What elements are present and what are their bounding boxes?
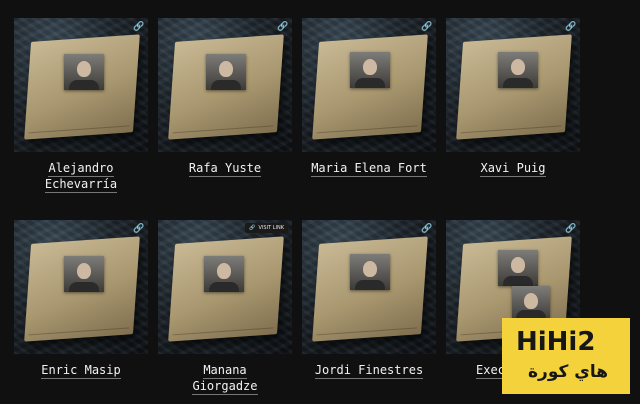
site-watermark-logo: HiHi2 هاي كورة bbox=[502, 318, 630, 394]
link-icon[interactable]: 🔗 bbox=[277, 22, 288, 32]
portrait-photo bbox=[206, 54, 246, 90]
portrait-photo bbox=[64, 256, 104, 292]
portrait-photo bbox=[350, 254, 390, 290]
link-icon[interactable]: 🔗 bbox=[133, 22, 144, 32]
card-thumbnail[interactable]: 🔗 bbox=[302, 220, 436, 354]
profile-card[interactable]: 🔗 Rafa Yuste bbox=[158, 18, 292, 177]
profile-card[interactable]: 🔗 Jordi Finestres bbox=[302, 220, 436, 379]
card-name[interactable]: Manana Giorgadze bbox=[158, 362, 292, 395]
link-icon[interactable]: 🔗 bbox=[565, 22, 576, 32]
portrait-photo bbox=[498, 250, 538, 286]
card-thumbnail[interactable]: 🔗 bbox=[14, 220, 148, 354]
card-thumbnail[interactable]: 🔗 bbox=[14, 18, 148, 152]
card-thumbnail[interactable]: 🔗 bbox=[302, 18, 436, 152]
link-icon[interactable]: 🔗 bbox=[421, 224, 432, 234]
portrait-photo bbox=[498, 52, 538, 88]
link-icon[interactable]: 🔗 bbox=[565, 224, 576, 234]
profile-card[interactable]: 🔗 Xavi Puig bbox=[446, 18, 580, 177]
card-name[interactable]: Alejandro Echevarría bbox=[14, 160, 148, 193]
card-name[interactable]: Rafa Yuste bbox=[158, 160, 292, 177]
link-icon[interactable]: 🔗 bbox=[133, 224, 144, 234]
card-thumbnail[interactable]: 🔗 VISIT LINK bbox=[158, 220, 292, 354]
visit-link-label: VISIT LINK bbox=[258, 225, 284, 231]
link-icon: 🔗 bbox=[249, 225, 256, 231]
portrait-photo bbox=[204, 256, 244, 292]
portrait-photo bbox=[512, 286, 550, 320]
card-thumbnail[interactable]: 🔗 bbox=[158, 18, 292, 152]
profile-card[interactable]: 🔗 Enric Masip bbox=[14, 220, 148, 379]
card-thumbnail[interactable]: 🔗 bbox=[446, 18, 580, 152]
portrait-photo bbox=[350, 52, 390, 88]
link-icon[interactable]: 🔗 bbox=[421, 22, 432, 32]
card-name[interactable]: Jordi Finestres bbox=[302, 362, 436, 379]
profile-card[interactable]: 🔗 Maria Elena Fort bbox=[302, 18, 436, 177]
card-name[interactable]: Xavi Puig bbox=[446, 160, 580, 177]
card-name[interactable]: Maria Elena Fort bbox=[302, 160, 436, 177]
portrait-photo bbox=[64, 54, 104, 90]
profile-card[interactable]: 🔗 VISIT LINK Manana Giorgadze bbox=[158, 220, 292, 395]
profile-card[interactable]: 🔗 Alejandro Echevarría bbox=[14, 18, 148, 193]
card-name[interactable]: Enric Masip bbox=[14, 362, 148, 379]
visit-link-button[interactable]: 🔗 VISIT LINK bbox=[245, 223, 288, 233]
